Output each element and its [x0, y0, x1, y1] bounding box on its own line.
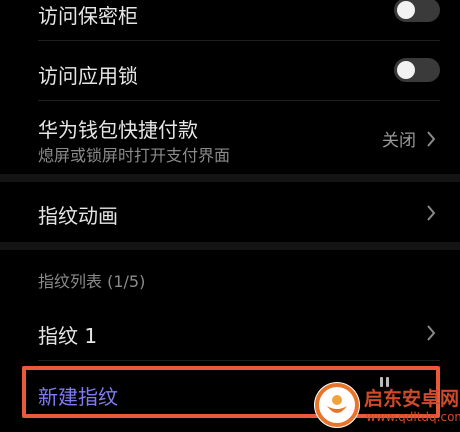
applock-access-label: 访问应用锁 [38, 64, 138, 88]
applock-access-row[interactable]: 访问应用锁 [0, 50, 460, 90]
new-fingerprint-button[interactable]: 新建指纹 [38, 381, 118, 410]
divider [38, 360, 440, 361]
fingerprint-animation-label: 指纹动画 [38, 204, 118, 228]
fingerprint-entry-label: 指纹 1 [38, 324, 98, 348]
watermark-url: www.qdltdq.com [366, 410, 460, 424]
section-gap [0, 174, 460, 182]
watermark-title: 启东安卓网 [364, 388, 460, 410]
applock-access-toggle[interactable] [394, 58, 440, 82]
fingerprint-entry-row[interactable]: 指纹 1 [0, 306, 460, 360]
divider [38, 40, 440, 41]
safe-access-toggle[interactable] [394, 0, 440, 22]
toggle-knob [397, 61, 415, 79]
safe-access-row[interactable]: 访问保密柜 [0, 0, 460, 30]
fingerprint-animation-row[interactable]: 指纹动画 [0, 182, 460, 242]
fingerprint-list-title: 指纹列表 (1/5) [38, 272, 146, 291]
watermark-logo [314, 382, 360, 428]
toggle-knob [397, 1, 415, 19]
chevron-right-icon [427, 205, 436, 221]
divider [38, 100, 440, 101]
wallet-quick-pay-description: 熄屏或锁屏时打开支付界面 [38, 146, 231, 165]
wallet-quick-pay-label: 华为钱包快捷付款 [38, 118, 198, 142]
wallet-quick-pay-row[interactable]: 华为钱包快捷付款 熄屏或锁屏时打开支付界面 关闭 [0, 104, 460, 172]
chevron-right-icon [427, 131, 436, 147]
wallet-quick-pay-value: 关闭 [382, 131, 416, 151]
safe-access-label: 访问保密柜 [38, 4, 138, 28]
section-gap [0, 242, 460, 250]
chevron-right-icon [427, 325, 436, 341]
watermark: 启东安卓网 www.qdltdq.com [314, 380, 460, 430]
